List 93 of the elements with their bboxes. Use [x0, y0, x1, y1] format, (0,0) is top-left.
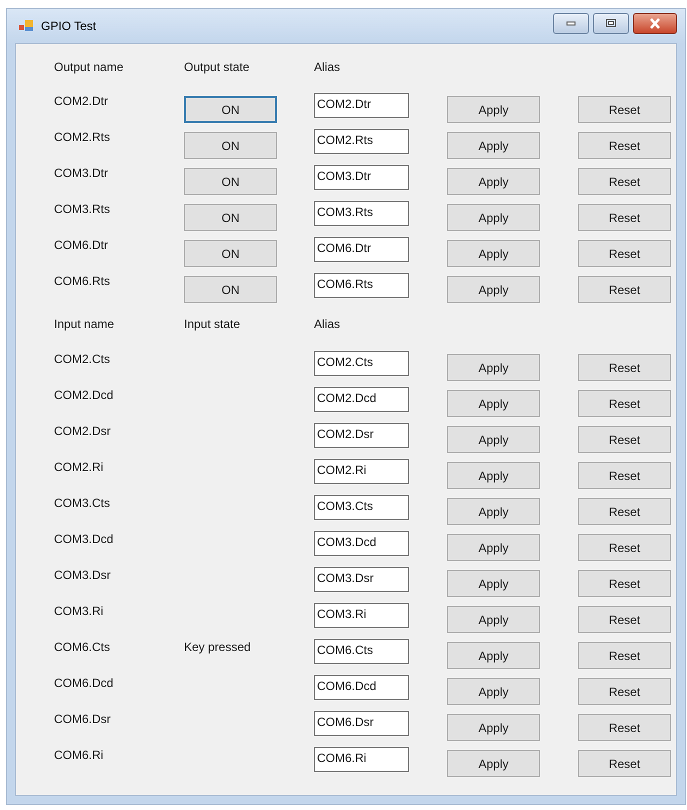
input-name: COM6.Dcd [54, 676, 114, 690]
output-name: COM6.Dtr [54, 238, 109, 252]
alias-field[interactable]: COM2.Dcd [314, 387, 409, 412]
alias-field[interactable]: COM2.Dtr [314, 93, 409, 118]
apply-button[interactable]: Apply [447, 354, 540, 381]
apply-button[interactable]: Apply [447, 750, 540, 777]
apply-button[interactable]: Apply [447, 390, 540, 417]
apply-button[interactable]: Apply [447, 462, 540, 489]
alias-field[interactable]: COM2.Ri [314, 459, 409, 484]
column-header: Output name [54, 60, 124, 74]
input-name: COM6.Cts [54, 640, 112, 654]
input-name: COM2.Ri [54, 460, 104, 474]
apply-button[interactable]: Apply [447, 498, 540, 525]
alias-field[interactable]: COM2.Cts [314, 351, 409, 376]
apply-button[interactable]: Apply [447, 168, 540, 195]
alias-field[interactable]: COM6.Dtr [314, 237, 409, 262]
window-title: GPIO Test [41, 19, 96, 33]
reset-button[interactable]: Reset [578, 498, 671, 525]
alias-field[interactable]: COM6.Dcd [314, 675, 409, 700]
reset-button[interactable]: Reset [578, 642, 671, 669]
alias-field[interactable]: COM3.Rts [314, 201, 409, 226]
reset-button[interactable]: Reset [578, 276, 671, 303]
output-name: COM2.Dtr [54, 94, 109, 108]
apply-button[interactable]: Apply [447, 678, 540, 705]
maximize-button[interactable] [593, 12, 629, 34]
column-header: Input name [54, 317, 116, 331]
apply-button[interactable]: Apply [447, 534, 540, 561]
output-state-button[interactable]: ON [184, 276, 277, 303]
alias-field[interactable]: COM6.Ri [314, 747, 409, 772]
input-name: COM2.Cts [54, 352, 112, 366]
output-name: COM2.Rts [54, 130, 112, 144]
apply-button[interactable]: Apply [447, 570, 540, 597]
alias-field[interactable]: COM3.Dsr [314, 567, 409, 592]
apply-button[interactable]: Apply [447, 276, 540, 303]
alias-field[interactable]: COM3.Ri [314, 603, 409, 628]
apply-button[interactable]: Apply [447, 132, 540, 159]
output-state-button[interactable]: ON [184, 168, 277, 195]
apply-button[interactable]: Apply [447, 606, 540, 633]
minimize-icon [566, 20, 576, 26]
input-state: Key pressed [184, 640, 251, 654]
input-name: COM2.Dsr [54, 424, 112, 438]
reset-button[interactable]: Reset [578, 750, 671, 777]
reset-button[interactable]: Reset [578, 96, 671, 123]
alias-field[interactable]: COM6.Dsr [314, 711, 409, 736]
reset-button[interactable]: Reset [578, 426, 671, 453]
reset-button[interactable]: Reset [578, 168, 671, 195]
reset-button[interactable]: Reset [578, 132, 671, 159]
reset-button[interactable]: Reset [578, 714, 671, 741]
reset-button[interactable]: Reset [578, 204, 671, 231]
alias-field[interactable]: COM3.Dtr [314, 165, 409, 190]
column-header: Alias [314, 60, 342, 74]
alias-field[interactable]: COM2.Rts [314, 129, 409, 154]
input-name: COM3.Ri [54, 604, 104, 618]
output-name: COM3.Rts [54, 202, 112, 216]
input-name: COM6.Dsr [54, 712, 112, 726]
reset-button[interactable]: Reset [578, 570, 671, 597]
output-name: COM6.Rts [54, 274, 112, 288]
output-name: COM3.Dtr [54, 166, 109, 180]
apply-button[interactable]: Apply [447, 714, 540, 741]
apply-button[interactable]: Apply [447, 240, 540, 267]
alias-field[interactable]: COM2.Dsr [314, 423, 409, 448]
reset-button[interactable]: Reset [578, 462, 671, 489]
output-state-button[interactable]: ON [184, 96, 277, 123]
maximize-icon [605, 18, 617, 28]
reset-button[interactable]: Reset [578, 534, 671, 561]
input-name: COM3.Dsr [54, 568, 112, 582]
output-state-button[interactable]: ON [184, 204, 277, 231]
input-name: COM3.Dcd [54, 532, 114, 546]
input-name: COM6.Ri [54, 748, 104, 762]
column-header: Output state [184, 60, 250, 74]
input-name: COM3.Cts [54, 496, 112, 510]
output-state-button[interactable]: ON [184, 132, 277, 159]
alias-field[interactable]: COM6.Cts [314, 639, 409, 664]
apply-button[interactable]: Apply [447, 96, 540, 123]
alias-field[interactable]: COM3.Cts [314, 495, 409, 520]
alias-field[interactable]: COM6.Rts [314, 273, 409, 298]
column-header: Input state [184, 317, 242, 331]
input-name: COM2.Dcd [54, 388, 114, 402]
app-icon [19, 20, 33, 32]
apply-button[interactable]: Apply [447, 642, 540, 669]
reset-button[interactable]: Reset [578, 354, 671, 381]
column-header: Alias [314, 317, 342, 331]
output-state-button[interactable]: ON [184, 240, 277, 267]
minimize-button[interactable] [553, 12, 589, 34]
reset-button[interactable]: Reset [578, 390, 671, 417]
close-icon [648, 18, 662, 28]
close-button[interactable] [633, 12, 677, 34]
reset-button[interactable]: Reset [578, 240, 671, 267]
alias-field[interactable]: COM3.Dcd [314, 531, 409, 556]
apply-button[interactable]: Apply [447, 426, 540, 453]
reset-button[interactable]: Reset [578, 606, 671, 633]
apply-button[interactable]: Apply [447, 204, 540, 231]
reset-button[interactable]: Reset [578, 678, 671, 705]
